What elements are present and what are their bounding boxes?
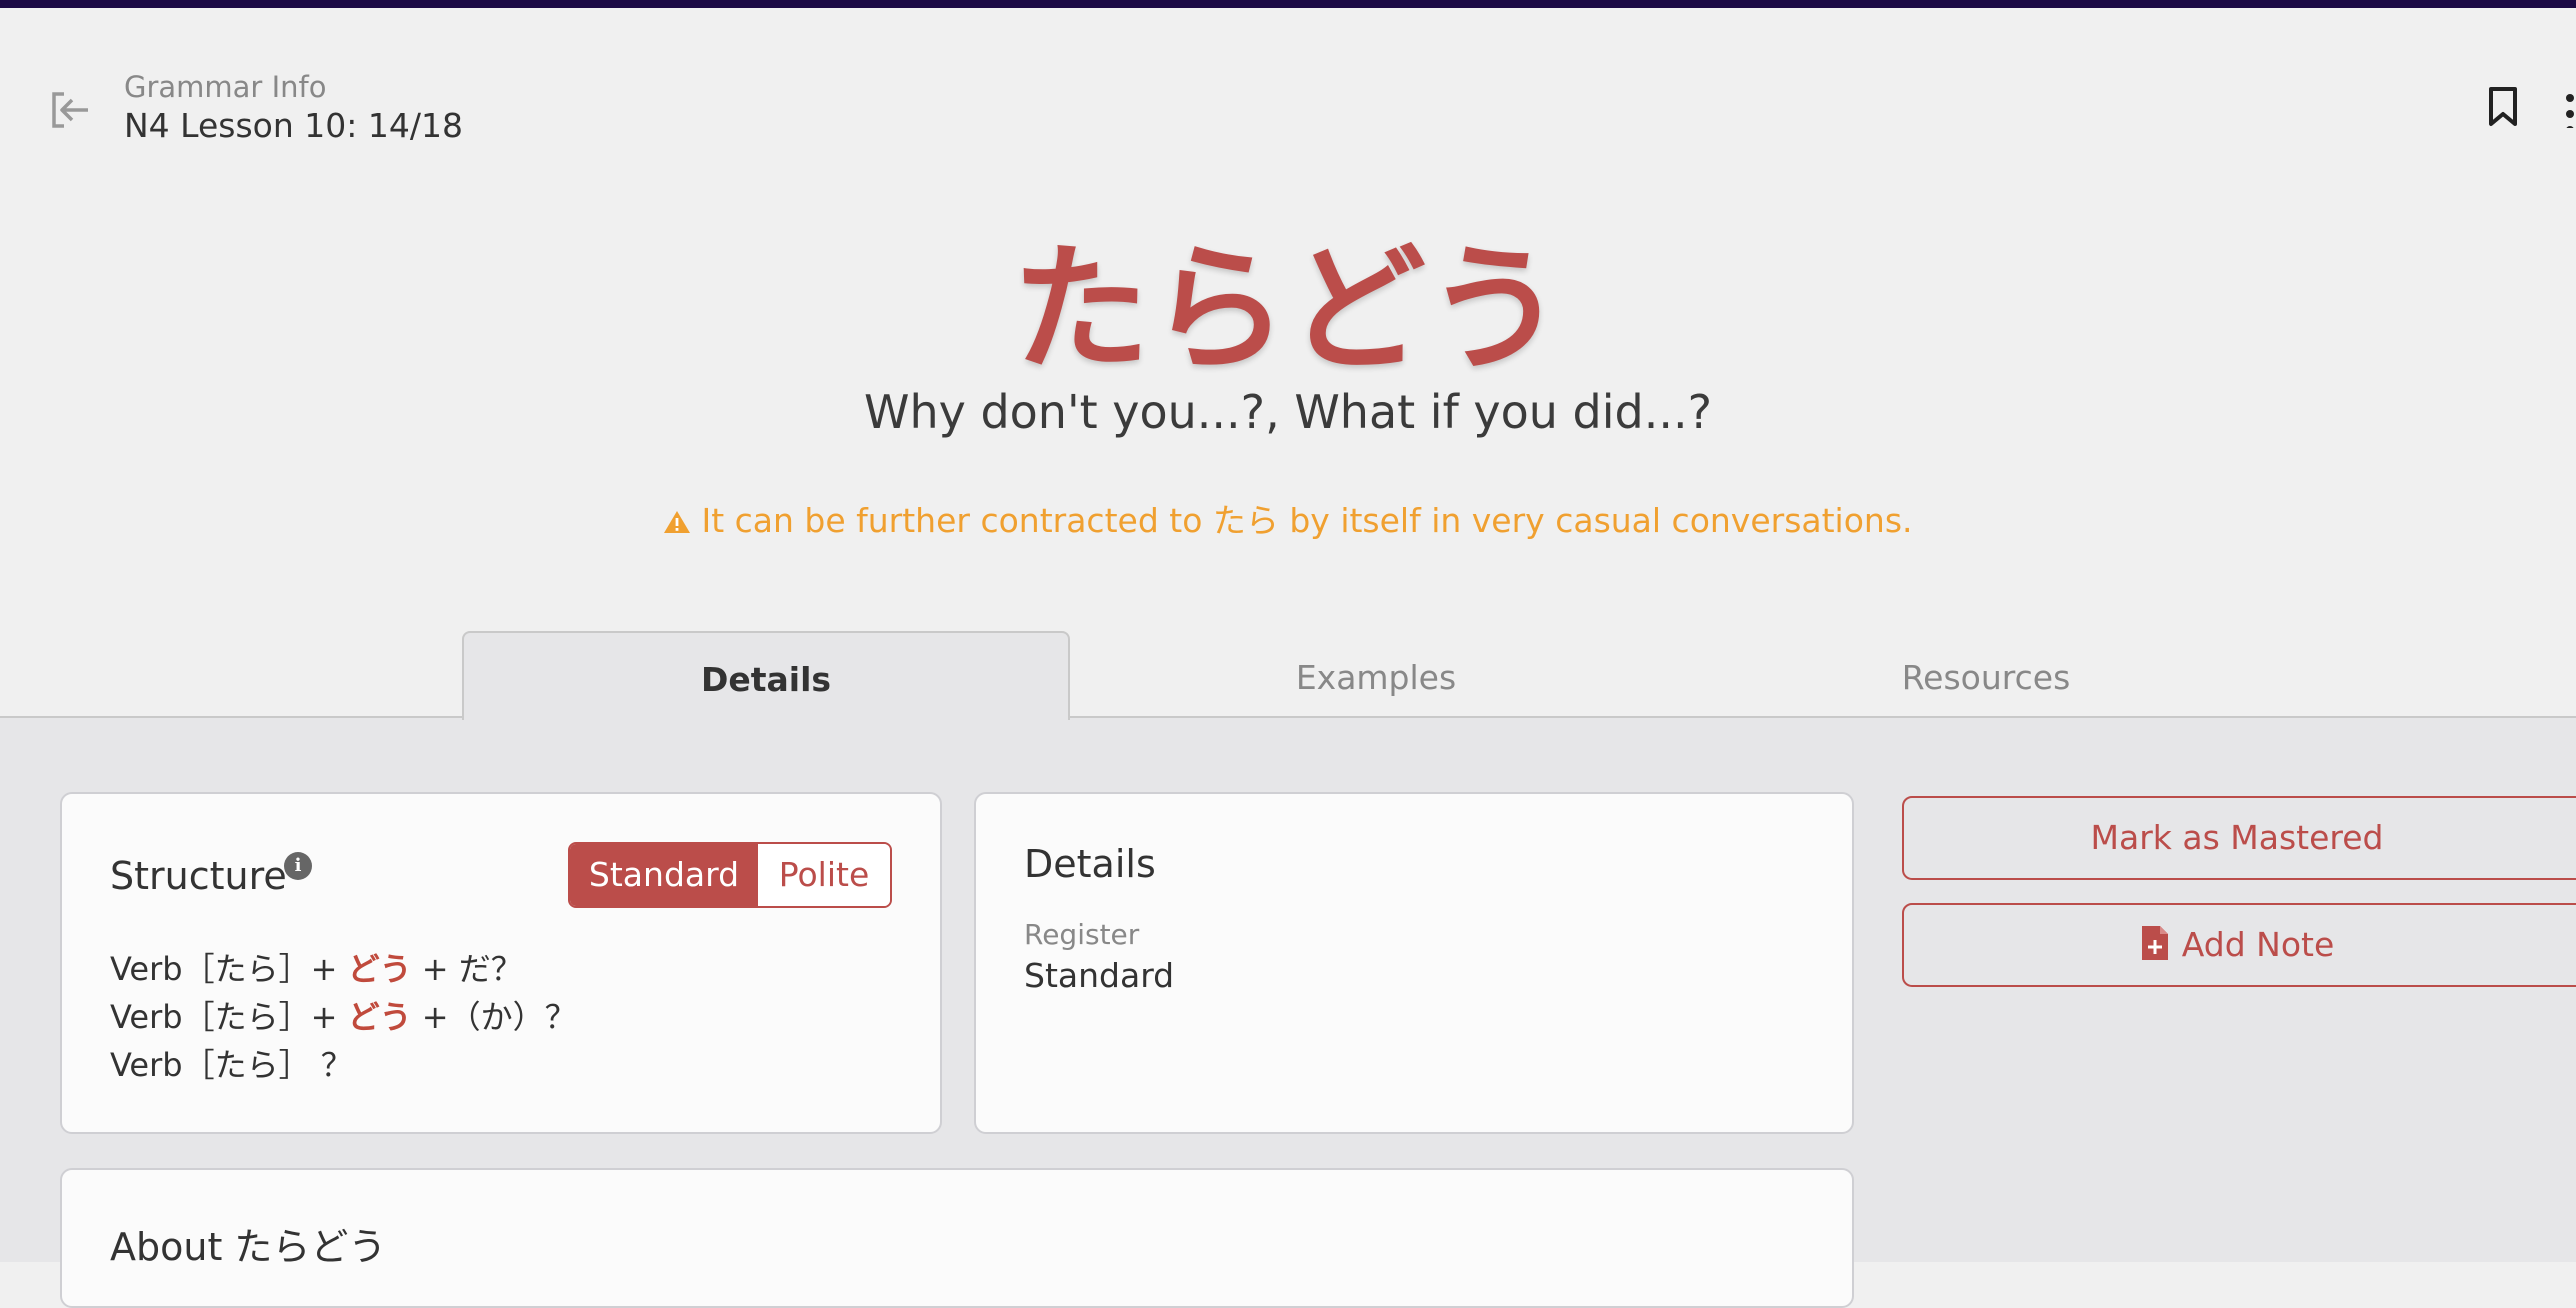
register-toggle: Standard Polite xyxy=(568,842,892,908)
lesson-title: N4 Lesson 10: 14/18 xyxy=(124,106,463,145)
structure-text: Verb［たら］+ xyxy=(110,998,348,1036)
tab-resources[interactable]: Resources xyxy=(1682,631,2290,718)
structure-title: Structure xyxy=(110,854,287,898)
register-label: Register xyxy=(1024,918,1140,951)
more-vertical-icon xyxy=(2562,94,2576,128)
document-plus-icon xyxy=(2140,911,2170,991)
bookmark-button[interactable] xyxy=(2486,86,2520,128)
add-note-button[interactable]: Add Note xyxy=(1902,903,2576,987)
breadcrumb-label: Grammar Info xyxy=(124,70,327,104)
toggle-standard-button[interactable]: Standard xyxy=(570,844,758,906)
details-title: Details xyxy=(1024,842,1156,886)
structure-highlight: どう xyxy=(347,998,412,1036)
about-title: About たらどう xyxy=(110,1225,387,1269)
structure-line: Verb［たら］ ？ xyxy=(110,1040,353,1086)
exit-arrow-icon xyxy=(52,92,88,128)
structure-line: Verb［たら］+ どう + だ？ xyxy=(110,944,523,990)
mark-as-mastered-button[interactable]: Mark as Mastered xyxy=(1902,796,2576,880)
structure-highlight: どう xyxy=(347,950,412,988)
toggle-polite-button[interactable]: Polite xyxy=(758,844,890,906)
info-icon[interactable]: i xyxy=(284,852,312,880)
warning-triangle-icon xyxy=(663,504,691,543)
structure-text: +（か）？ xyxy=(411,998,577,1036)
register-value: Standard xyxy=(1024,956,1175,995)
grammar-title: たらどう xyxy=(1011,229,1564,390)
details-card: Details Register Standard xyxy=(974,792,1854,1134)
grammar-warning-note: It can be further contracted to たら by it… xyxy=(0,494,2576,543)
back-button[interactable] xyxy=(50,90,94,130)
add-note-label: Add Note xyxy=(2181,925,2335,964)
structure-text: Verb［たら］+ xyxy=(110,950,348,988)
more-options-button[interactable] xyxy=(2562,88,2576,128)
structure-line: Verb［たら］+ どう +（か）？ xyxy=(110,992,577,1038)
warning-text: It can be further contracted to たら by it… xyxy=(701,501,1913,540)
structure-text: + だ？ xyxy=(411,950,523,988)
top-accent-bar xyxy=(0,0,2576,8)
bookmark-icon xyxy=(2489,87,2517,126)
grammar-meaning: Why don't you...?, What if you did...? xyxy=(863,385,1712,439)
about-card: About たらどう xyxy=(60,1168,1854,1308)
tab-details[interactable]: Details xyxy=(462,631,1070,720)
tab-examples[interactable]: Examples xyxy=(1072,631,1680,718)
structure-text: Verb［たら］ ？ xyxy=(110,1046,353,1084)
structure-card: Structure i Standard Polite Verb［たら］+ どう… xyxy=(60,792,942,1134)
